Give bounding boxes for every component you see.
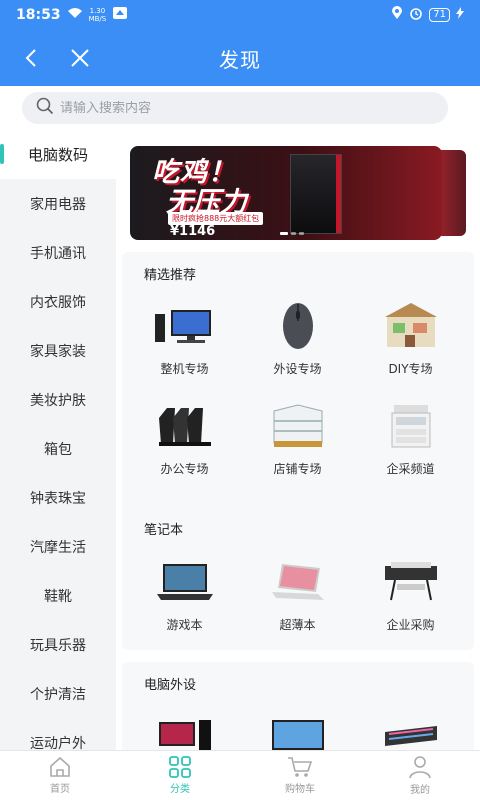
grid-item-enterprise-purchase[interactable]: 企业采购 [354, 552, 467, 652]
sidebar-item-bags[interactable]: 箱包 [0, 424, 116, 473]
grid-item-label: 外设专场 [273, 362, 322, 376]
tab-label: 购物车 [285, 784, 315, 795]
grid-item-label: 企采频道 [386, 462, 435, 476]
banner-dot [291, 232, 296, 235]
banner-dot-active [280, 232, 288, 235]
grid-item-store[interactable]: 店铺专场 [241, 396, 354, 496]
featured-grid: 整机专场 外设专场 DIY专场 办公专场 店铺专场 企采频道 [128, 296, 468, 496]
grid-item-label: DIY专场 [388, 362, 433, 376]
category-grid-icon [169, 756, 191, 778]
grid-item-diy[interactable]: DIY专场 [354, 296, 467, 396]
grid-item-office[interactable]: 办公专场 [128, 396, 241, 496]
category-content: 吃鸡！ 无压力 限时疯抢888元大额红包 ¥1146 精选推荐 整机专场 外设专… [116, 130, 480, 750]
tab-home[interactable]: 首页 [0, 751, 120, 800]
notification-app-icon [112, 6, 128, 24]
status-bar: 18:53 1.30 MB/S 71 [0, 0, 480, 30]
display-shelf-icon [266, 396, 330, 456]
desktop-pc-icon [153, 296, 217, 356]
peripherals-grid [128, 708, 468, 750]
wifi-icon [67, 7, 83, 23]
banner-dot [299, 232, 304, 235]
sidebar-item-mobile[interactable]: 手机通讯 [0, 228, 116, 277]
banner-pagination [280, 232, 304, 235]
page-title: 发现 [219, 48, 261, 72]
home-icon [50, 756, 70, 777]
laptop-grid: 游戏本 超薄本 企业采购 [128, 552, 468, 652]
sidebar-item-toys[interactable]: 玩具乐器 [0, 620, 116, 669]
monitor-icon [266, 708, 330, 750]
search-icon [36, 97, 54, 119]
sidebar-item-shoes[interactable]: 鞋靴 [0, 571, 116, 620]
grid-item-label: 整机专场 [160, 362, 209, 376]
plotter-icon [379, 552, 443, 612]
sidebar-item-computer-digital[interactable]: 电脑数码 [0, 130, 116, 179]
tab-category[interactable]: 分类 [120, 751, 240, 800]
sidebar-item-beauty[interactable]: 美妆护肤 [0, 375, 116, 424]
grid-item-enterprise[interactable]: 企采频道 [354, 396, 467, 496]
diy-dollhouse-icon [379, 296, 443, 356]
tab-cart[interactable]: 购物车 [240, 751, 360, 800]
sidebar-item-personal-care[interactable]: 个护清洁 [0, 669, 116, 718]
file-organizer-icon [153, 396, 217, 456]
grid-item-label: 企业采购 [386, 618, 435, 632]
banner-price: ¥1146 [170, 224, 216, 239]
charging-icon [456, 7, 464, 23]
sidebar-item-watches-jewelry[interactable]: 钟表珠宝 [0, 473, 116, 522]
title-bar: 发现 [0, 30, 480, 86]
search-box[interactable] [22, 92, 448, 124]
mouse-icon [266, 296, 330, 356]
sidebar-item-furniture[interactable]: 家具家装 [0, 326, 116, 375]
copier-icon [379, 396, 443, 456]
gaming-laptop-icon [153, 552, 217, 612]
ultrabook-icon [266, 552, 330, 612]
sidebar-item-sports[interactable]: 运动户外 [0, 718, 116, 751]
cart-icon [288, 757, 313, 777]
user-icon [409, 756, 431, 779]
bottom-tab-bar: 首页 分类 购物车 我的 [0, 750, 480, 800]
grid-item-desktop[interactable]: 整机专场 [128, 296, 241, 396]
status-time: 18:53 [16, 7, 61, 23]
keyboard-icon [379, 708, 443, 750]
sidebar-item-auto[interactable]: 汽摩生活 [0, 522, 116, 571]
section-title-featured: 精选推荐 [144, 268, 197, 283]
search-area [0, 86, 480, 130]
tab-label: 首页 [50, 784, 70, 795]
net-speed: 1.30 MB/S [88, 7, 107, 23]
grid-item-peripherals[interactable]: 外设专场 [241, 296, 354, 396]
pc-tower-image [290, 154, 342, 234]
grid-item-monitor[interactable] [241, 708, 354, 750]
grid-item-monitor-set[interactable] [128, 708, 241, 750]
sidebar-item-apparel[interactable]: 内衣服饰 [0, 277, 116, 326]
battery-indicator: 71 [429, 8, 450, 22]
tab-label: 分类 [170, 784, 190, 795]
grid-item-keyboard[interactable] [354, 708, 467, 750]
grid-item-label: 游戏本 [166, 618, 203, 632]
search-input[interactable] [60, 100, 400, 116]
category-sidebar: 电脑数码 家用电器 手机通讯 内衣服饰 家具家装 美妆护肤 箱包 钟表珠宝 汽摩… [0, 130, 116, 750]
section-title-peripherals: 电脑外设 [144, 678, 197, 693]
grid-item-label: 店铺专场 [273, 462, 322, 476]
alarm-icon [409, 6, 423, 24]
sidebar-item-home-appliances[interactable]: 家用电器 [0, 179, 116, 228]
promo-banner[interactable]: 吃鸡！ 无压力 限时疯抢888元大额红包 ¥1146 [130, 146, 442, 240]
grid-item-ultrabook[interactable]: 超薄本 [241, 552, 354, 652]
grid-item-label: 超薄本 [279, 618, 316, 632]
tab-label: 我的 [410, 785, 430, 796]
location-icon [391, 6, 403, 24]
grid-item-gaming-laptop[interactable]: 游戏本 [128, 552, 241, 652]
tab-me[interactable]: 我的 [360, 751, 480, 800]
monitor-pc-icon [153, 708, 217, 750]
grid-item-label: 办公专场 [160, 462, 209, 476]
section-title-laptops: 笔记本 [144, 523, 184, 538]
